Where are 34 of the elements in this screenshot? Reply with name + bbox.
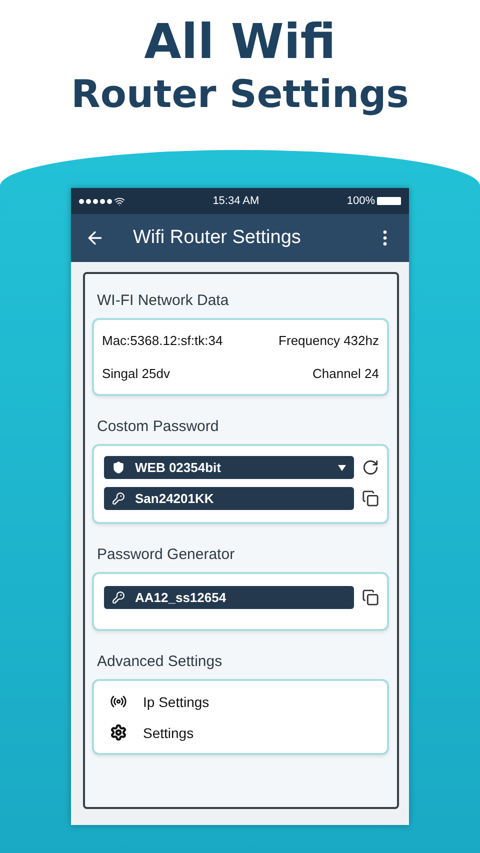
network-value: Singal 25dv [102,366,170,381]
app-bar-title: Wifi Router Settings [133,227,302,249]
copy-icon[interactable] [362,589,379,606]
settings-icon [110,724,127,741]
section-title: Advanced Settings [97,653,224,670]
battery-icon [377,197,401,205]
signal-dot-icon [86,198,91,204]
password-field[interactable]: AA12_ss12654 [104,586,354,609]
hotspot-icon [110,693,127,710]
settings-item[interactable]: Ip Settings [104,693,379,710]
network-value: Channel 24 [312,366,379,381]
refresh-icon[interactable] [362,459,379,476]
wifi-icon [114,196,125,206]
key-icon [112,591,125,604]
network-value: Mac:5368.12:sf:tk:34 [102,333,223,348]
password-field[interactable]: San24201KK [104,487,354,510]
section-title: WI-FI Network Data [97,292,230,309]
headline: Router Settings [71,72,409,118]
shield-icon [112,461,125,474]
copy-icon[interactable] [362,490,379,507]
battery-percent: 100% [346,195,375,207]
security-dropdown[interactable]: WEB 02354bit [104,456,354,479]
status-time: 15:34 AM [212,195,260,207]
section-title: Password Generator [97,546,236,563]
settings-item[interactable]: Settings [104,724,379,741]
signal-dot-icon [79,198,84,204]
signal-dot-icon [93,198,98,204]
signal-dot-icon [107,198,112,204]
section-title: Costom Password [97,418,220,435]
caret-icon [338,464,346,470]
signal-dot-icon [100,198,105,204]
headline: All Wifi [144,14,336,72]
key-icon [112,492,125,505]
network-value: Frequency 432hz [278,333,379,348]
